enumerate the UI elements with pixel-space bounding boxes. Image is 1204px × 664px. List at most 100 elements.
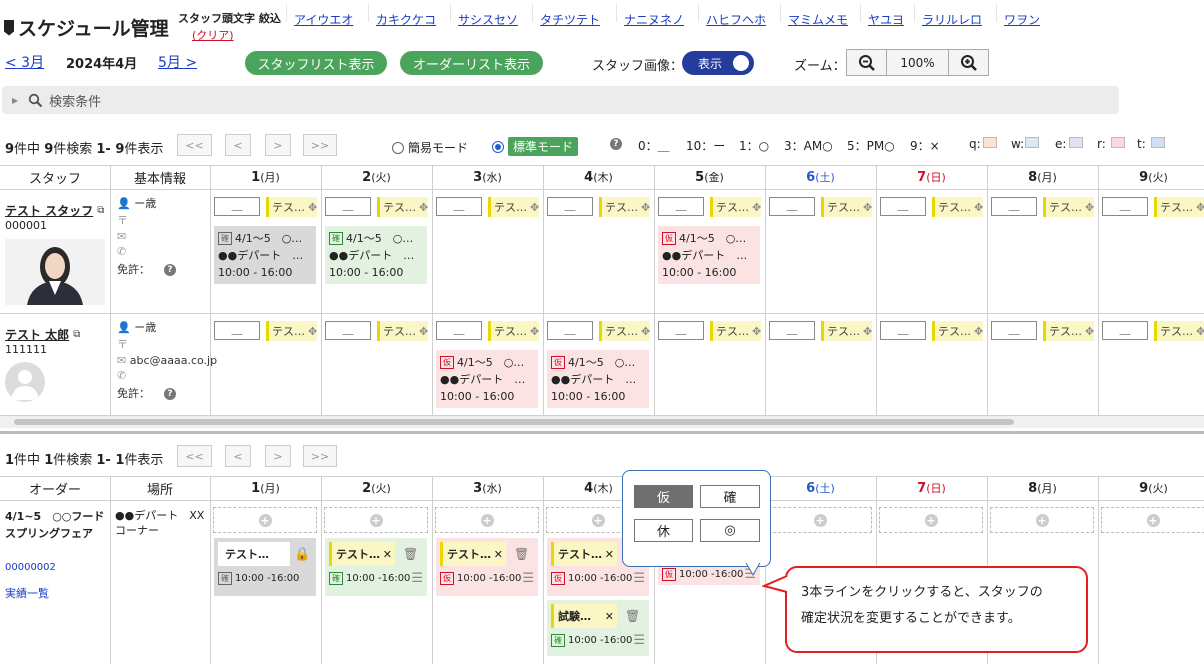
first-page-button[interactable]: << [177,445,212,467]
staff-tag[interactable]: テス…✥ [599,197,650,217]
availability-select[interactable]: ＿ [547,197,593,216]
staff-tag[interactable]: テス…✥ [1043,321,1094,341]
first-page-button[interactable]: << [177,134,212,156]
next-page-button[interactable]: > [265,445,291,467]
availability-select[interactable]: ＿ [214,197,260,216]
staff-tag[interactable]: テス…✥ [1154,321,1204,341]
close-icon[interactable]: ✕ [605,548,614,561]
staff-tag[interactable]: テス…✥ [488,197,539,217]
availability-select[interactable]: ＿ [214,321,260,340]
close-icon[interactable]: ✕ [605,610,614,623]
standard-mode-radio[interactable]: 標準モード [492,137,579,156]
next-page-button[interactable]: > [265,134,291,156]
staff-name-tag[interactable]: テスト… ✕ [329,542,395,566]
zoom-in-button[interactable] [949,50,988,75]
availability-select[interactable]: ＿ [658,197,704,216]
simple-mode-radio[interactable]: 簡易モード [392,139,468,156]
zoom-out-button[interactable] [847,50,887,75]
staff-tag[interactable]: テス…✥ [377,197,428,217]
staff-name-link[interactable]: テスト 太郎 ⧉ [5,326,80,343]
staff-name-tag[interactable]: テスト… ✕ [440,542,506,566]
close-icon[interactable]: ✕ [494,548,503,561]
status-menu-icon[interactable]: ☰ [633,634,645,647]
trash-icon[interactable]: 🗑 [403,547,418,561]
add-staff-button[interactable]: + [990,507,1094,533]
availability-select[interactable]: ＿ [769,321,815,340]
help-icon[interactable]: ? [164,388,176,400]
availability-select[interactable]: ＿ [1102,321,1148,340]
status-menu-icon[interactable]: ☰ [411,572,423,585]
add-staff-button[interactable]: + [324,507,428,533]
availability-select[interactable]: ＿ [325,197,371,216]
availability-select[interactable]: ＿ [880,197,926,216]
status-menu-icon[interactable]: ☰ [633,572,645,585]
availability-select[interactable]: ＿ [991,197,1037,216]
assigned-staff-card[interactable]: 試験… ✕ 🗑 確 10:00 -16:00 ☰ [547,600,649,656]
schedule-card[interactable]: 確 4/1～5 ○… ●●デパート … 10:00 - 16:00 [214,226,316,284]
trash-icon[interactable]: 🗑 [514,547,529,561]
close-icon[interactable]: ✕ [383,548,392,561]
tentative-status-button[interactable]: 仮 [634,485,693,508]
kana-filter-link[interactable]: ハヒフヘホ [706,11,766,28]
schedule-card[interactable]: 仮 4/1～5 ○… ●●デパート … 10:00 - 16:00 [436,350,538,408]
assigned-staff-card[interactable]: テスト… ✕ 🗑 確 10:00 -16:00 ☰ [325,538,427,596]
staff-tag[interactable]: テス…✥ [1043,197,1094,217]
schedule-card[interactable]: 仮 4/1～5 ○… ●●デパート … 10:00 - 16:00 [547,350,649,408]
staff-name-link[interactable]: テスト スタッフ ⧉ [5,202,104,219]
staff-tag[interactable]: テス…✥ [488,321,539,341]
kana-filter-link[interactable]: ナニヌネノ [624,11,684,28]
order-list-button[interactable]: オーダーリスト表示 [400,51,543,75]
prev-page-button[interactable]: < [225,134,251,156]
staff-tag[interactable]: テス…✥ [1154,197,1204,217]
kana-filter-link[interactable]: アイウエオ [294,11,353,28]
trash-icon[interactable]: 🗑 [625,609,640,623]
kana-filter-link[interactable]: タチツテト [540,11,600,28]
staff-tag[interactable]: テス…✥ [710,321,761,341]
add-staff-button[interactable]: + [879,507,983,533]
confirmed-status-button[interactable]: 確 [700,485,760,508]
help-icon[interactable]: ? [164,264,176,276]
availability-select[interactable]: ＿ [1102,197,1148,216]
staff-tag[interactable]: テス…✥ [266,321,317,341]
clear-filter-link[interactable]: (クリア) [192,27,234,43]
staff-tag[interactable]: テス…✥ [821,197,872,217]
staff-tag[interactable]: テス…✥ [710,197,761,217]
last-page-button[interactable]: >> [303,445,337,467]
schedule-card[interactable]: 仮 4/1～5 ○… ●●デパート … 10:00 - 16:00 [658,226,760,284]
kana-filter-link[interactable]: カキクケコ [376,11,436,28]
staff-name-tag[interactable]: テスト… [218,542,290,566]
staff-name-tag[interactable]: 試験… ✕ [551,604,617,628]
availability-select[interactable]: ＿ [325,321,371,340]
staff-list-button[interactable]: スタッフリスト表示 [245,51,387,75]
kana-filter-link[interactable]: ヤユヨ [868,11,904,28]
assigned-staff-card[interactable]: テスト… 🔒 確 10:00 -16:00 [214,538,316,596]
staff-tag[interactable]: テス…✥ [377,321,428,341]
staff-tag[interactable]: テス…✥ [599,321,650,341]
availability-select[interactable]: ＿ [991,321,1037,340]
schedule-card[interactable]: 確 4/1～5 ○… ●●デパート … 10:00 - 16:00 [325,226,427,284]
staff-tag[interactable]: テス…✥ [821,321,872,341]
order-number-link[interactable]: 00000002 [5,562,56,573]
staff-image-toggle[interactable]: 表示 [682,51,754,75]
add-staff-button[interactable]: + [435,507,539,533]
kana-filter-link[interactable]: ラリルレロ [922,11,982,28]
double-circle-status-button[interactable]: ◎ [700,519,760,542]
kana-filter-link[interactable]: ワヲン [1004,11,1040,28]
availability-select[interactable]: ＿ [658,321,704,340]
scrollbar-thumb[interactable] [14,419,1014,425]
add-staff-button[interactable]: + [213,507,317,533]
prev-page-button[interactable]: < [225,445,251,467]
add-staff-button[interactable]: + [1101,507,1204,533]
availability-select[interactable]: ＿ [436,197,482,216]
availability-select[interactable]: ＿ [769,197,815,216]
kana-filter-link[interactable]: マミムメモ [788,11,848,28]
staff-tag[interactable]: テス…✥ [932,197,983,217]
availability-select[interactable]: ＿ [547,321,593,340]
status-menu-icon[interactable]: ☰ [522,572,534,585]
kana-filter-link[interactable]: サシスセソ [458,11,518,28]
results-list-link[interactable]: 実績一覧 [5,585,49,601]
assigned-staff-card[interactable]: テスト…✕ 🗑 仮10:00 -16:00☰ [436,538,538,596]
prev-month-link[interactable]: < 3月 [5,52,44,72]
staff-name-tag[interactable]: テスト… ✕ [551,542,617,566]
staff-tag[interactable]: テス…✥ [266,197,317,217]
